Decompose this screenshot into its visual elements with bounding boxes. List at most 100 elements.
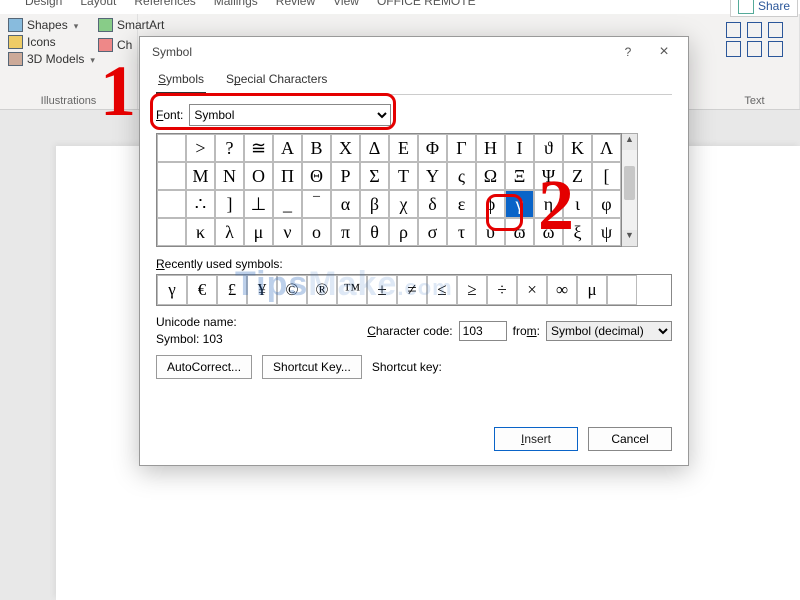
symbol-cell[interactable]: ] (215, 190, 244, 218)
recent-cell[interactable]: ™ (337, 275, 367, 305)
smartart-button[interactable]: SmartArt (98, 18, 164, 32)
recent-cell[interactable]: ≤ (427, 275, 457, 305)
symbol-cell[interactable]: ψ (592, 218, 621, 246)
symbol-cell-blank[interactable] (157, 162, 186, 190)
symbol-cell[interactable]: ∴ (186, 190, 215, 218)
symbol-cell[interactable]: ε (447, 190, 476, 218)
symbol-cell[interactable]: Ν (215, 162, 244, 190)
symbol-cell[interactable]: ι (563, 190, 592, 218)
symbol-cell-blank[interactable] (157, 134, 186, 162)
symbol-cell[interactable]: α (331, 190, 360, 218)
dropcap-icon[interactable] (726, 41, 741, 57)
symbol-cell[interactable]: Ξ (505, 162, 534, 190)
symbol-cell[interactable]: Ο (244, 162, 273, 190)
symbol-cell[interactable]: ς (447, 162, 476, 190)
3d-models-button[interactable]: 3D Models (8, 52, 129, 66)
tab-review[interactable]: Review (276, 0, 315, 8)
recent-cell[interactable]: € (187, 275, 217, 305)
symbol-cell[interactable]: ≅ (244, 134, 273, 162)
symbol-cell[interactable]: Α (273, 134, 302, 162)
symbol-cell[interactable]: Η (476, 134, 505, 162)
symbol-cell[interactable]: φ (592, 190, 621, 218)
symbol-cell[interactable]: Δ (360, 134, 389, 162)
tab-mailings[interactable]: Mailings (214, 0, 258, 8)
recent-cell[interactable]: ® (307, 275, 337, 305)
recent-cell[interactable]: × (517, 275, 547, 305)
quickparts-icon[interactable] (747, 22, 762, 38)
from-select[interactable]: Symbol (decimal) (546, 321, 672, 341)
share-button[interactable]: Share (730, 0, 798, 17)
recent-cell[interactable]: μ (577, 275, 607, 305)
symbol-cell-blank[interactable] (157, 218, 186, 246)
symbol-cell[interactable]: Ψ (534, 162, 563, 190)
tab-design[interactable]: Design (25, 0, 62, 8)
symbol-cell[interactable]: Χ (331, 134, 360, 162)
insert-button[interactable]: InsertInsert (494, 427, 578, 451)
shortcut-key-button[interactable]: Shortcut Key... (262, 355, 362, 379)
help-button[interactable]: ? (610, 38, 646, 66)
tab-symbols[interactable]: Symbols (156, 67, 206, 94)
chart-button[interactable]: Ch (98, 38, 132, 52)
recent-cell[interactable]: ± (367, 275, 397, 305)
symbol-cell[interactable]: κ (186, 218, 215, 246)
symbol-cell[interactable]: ϑ (534, 134, 563, 162)
symbol-cell[interactable]: Μ (186, 162, 215, 190)
symbol-cell[interactable]: η (534, 190, 563, 218)
scroll-up-icon[interactable]: ▲ (622, 134, 637, 150)
symbol-cell[interactable]: ⊥ (244, 190, 273, 218)
scroll-down-icon[interactable]: ▼ (622, 230, 637, 246)
symbol-cell[interactable]: > (186, 134, 215, 162)
symbol-cell[interactable]: δ (418, 190, 447, 218)
symbol-cell[interactable]: θ (360, 218, 389, 246)
textbox-icon[interactable] (726, 22, 741, 38)
recent-grid[interactable]: γ€£¥©®™±≠≤≥÷×∞μ (156, 274, 672, 306)
recent-cell[interactable]: ≥ (457, 275, 487, 305)
obj-icon[interactable] (768, 41, 783, 57)
symbol-cell[interactable]: Ρ (331, 162, 360, 190)
symbol-cell[interactable]: _ (273, 190, 302, 218)
symbol-cell[interactable]: λ (215, 218, 244, 246)
autocorrect-button[interactable]: AutoCorrect... (156, 355, 252, 379)
symbol-cell[interactable]: Β (302, 134, 331, 162)
symbol-cell[interactable]: μ (244, 218, 273, 246)
symbol-cell[interactable]: γ (505, 190, 534, 218)
recent-cell[interactable]: ¥ (247, 275, 277, 305)
recent-cell[interactable]: ≠ (397, 275, 427, 305)
symbol-cell-blank[interactable] (157, 190, 186, 218)
symbol-cell[interactable]: Φ (418, 134, 447, 162)
symbol-cell[interactable]: ω (534, 218, 563, 246)
symbol-cell[interactable]: ‾ (302, 190, 331, 218)
symbol-cell[interactable]: Υ (418, 162, 447, 190)
symbol-cell[interactable]: Γ (447, 134, 476, 162)
close-button[interactable]: × (646, 38, 682, 66)
sig-icon[interactable] (747, 41, 762, 57)
scroll-thumb[interactable] (624, 166, 635, 200)
symbol-cell[interactable]: Κ (563, 134, 592, 162)
tab-layout[interactable]: Layout (80, 0, 116, 8)
dialog-titlebar[interactable]: Symbol ? × (140, 37, 688, 67)
symbol-cell[interactable]: Π (273, 162, 302, 190)
recent-cell[interactable]: £ (217, 275, 247, 305)
font-select[interactable]: Symbol (189, 104, 391, 126)
charcode-input[interactable] (459, 321, 507, 341)
tab-special-chars[interactable]: Special Characters (224, 67, 329, 94)
symbol-cell[interactable]: ϕ (476, 190, 505, 218)
symbol-cell[interactable]: ρ (389, 218, 418, 246)
symbol-cell[interactable]: Ε (389, 134, 418, 162)
recent-cell[interactable]: ∞ (547, 275, 577, 305)
recent-cell[interactable]: γ (157, 275, 187, 305)
symbol-cell[interactable]: σ (418, 218, 447, 246)
symbol-cell[interactable]: υ (476, 218, 505, 246)
symbol-grid[interactable]: >?≅ΑΒΧΔΕΦΓΗΙϑΚΛΜΝΟΠΘΡΣΤΥςΩΞΨΖ[∴]⊥_‾αβχδε… (156, 133, 622, 247)
symbol-cell[interactable]: ν (273, 218, 302, 246)
symbol-cell[interactable]: χ (389, 190, 418, 218)
symbol-cell[interactable]: Σ (360, 162, 389, 190)
symbol-cell[interactable]: ο (302, 218, 331, 246)
symbol-cell[interactable]: ϖ (505, 218, 534, 246)
symbol-cell[interactable]: τ (447, 218, 476, 246)
symbol-cell[interactable]: Ζ (563, 162, 592, 190)
tab-references[interactable]: References (134, 0, 195, 8)
symbol-cell[interactable]: ? (215, 134, 244, 162)
symbol-cell[interactable]: β (360, 190, 389, 218)
tab-office-remote[interactable]: OFFICE REMOTE (377, 0, 476, 8)
